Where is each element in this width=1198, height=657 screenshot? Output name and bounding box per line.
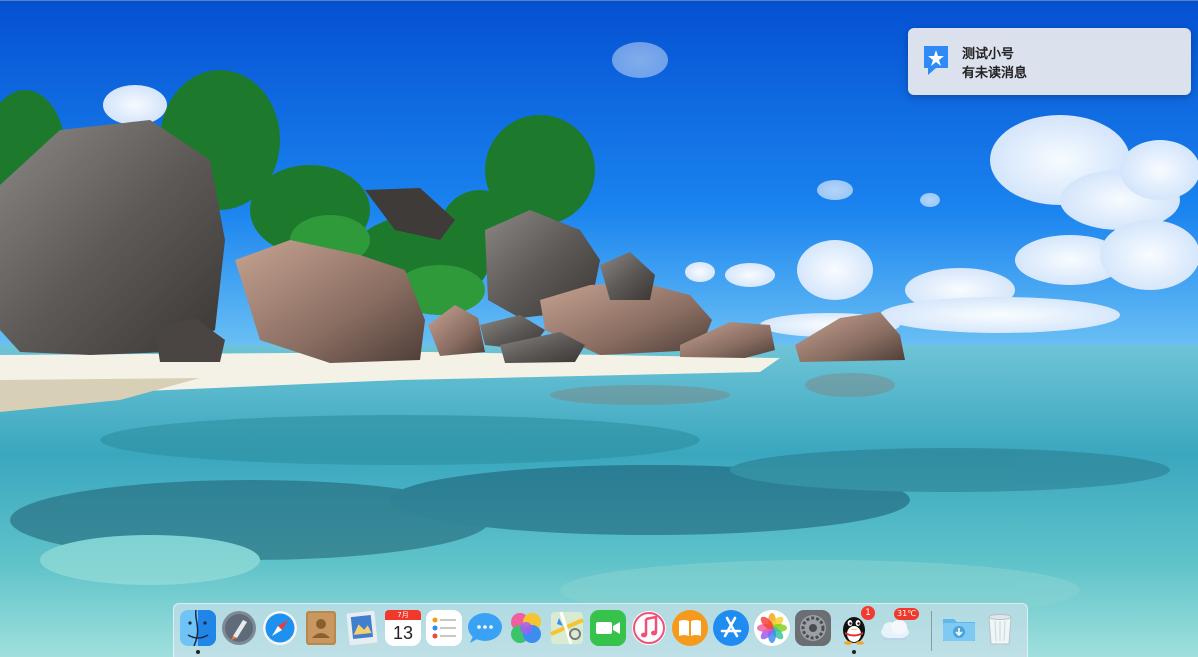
music-icon[interactable]	[631, 610, 667, 646]
dingtalk-icon	[924, 46, 948, 75]
notification-message: 有未读消息	[962, 66, 1028, 81]
finder-icon[interactable]	[180, 609, 216, 647]
app-store-icon[interactable]	[713, 610, 749, 646]
launchpad-icon[interactable]	[221, 610, 257, 646]
safari-icon[interactable]	[262, 610, 298, 646]
weather-icon[interactable]: 31℃	[877, 608, 920, 646]
calendar-month: 7月	[385, 610, 421, 620]
system-preferences-icon[interactable]	[795, 610, 831, 646]
notification-banner[interactable]: 测试小号 有未读消息	[908, 28, 1191, 95]
trash-icon[interactable]	[982, 610, 1018, 646]
books-icon[interactable]	[672, 610, 708, 646]
notification-title: 测试小号	[962, 47, 1015, 62]
desktop: 测试小号 有未读消息 7月 13 1 31℃	[0, 0, 1198, 657]
photo-booth-icon[interactable]	[508, 610, 544, 646]
contacts-icon[interactable]	[303, 610, 339, 646]
facetime-icon[interactable]	[590, 610, 626, 646]
qq-icon[interactable]: 1	[836, 606, 875, 646]
desktop-wallpaper	[0, 0, 1198, 657]
calendar-icon[interactable]: 7月 13	[385, 610, 421, 646]
calendar-day: 13	[392, 623, 414, 643]
qq-running-indicator	[852, 650, 856, 654]
dock-separator	[931, 611, 932, 651]
dock: 7月 13 1 31℃	[173, 603, 1028, 657]
messages-icon[interactable]	[467, 610, 503, 646]
finder-running-indicator	[196, 650, 200, 654]
photos-icon[interactable]	[754, 610, 790, 646]
maps-icon[interactable]	[549, 610, 585, 646]
weather-temperature: 31℃	[894, 608, 920, 620]
reminders-icon[interactable]	[426, 610, 462, 646]
preview-icon[interactable]	[344, 610, 380, 646]
downloads-folder-icon[interactable]	[941, 610, 977, 646]
qq-unread-badge: 1	[861, 606, 875, 620]
